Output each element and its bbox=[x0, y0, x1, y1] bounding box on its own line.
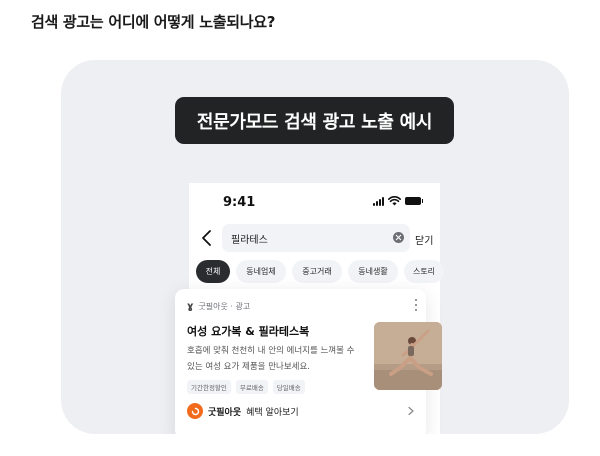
ad-tag: 무료배송 bbox=[235, 380, 268, 394]
search-ad-card[interactable]: ɣ 굿필아웃 · 광고 여성 요가복 & 필라테스복 호흡에 맞춰 천천히 내 … bbox=[175, 289, 442, 434]
example-label: 전문가모드 검색 광고 노출 예시 bbox=[175, 97, 454, 144]
chip-all[interactable]: 전체 bbox=[196, 260, 230, 283]
example-stage: 전문가모드 검색 광고 노출 예시 9:41 필라테스 닫기 전체 동네업체 중… bbox=[61, 60, 569, 434]
page-heading: 검색 광고는 어디에 어떻게 노출되나요? bbox=[31, 13, 276, 31]
more-icon[interactable] bbox=[415, 299, 418, 311]
ad-tag: 기간한정할인 bbox=[187, 380, 231, 394]
ad-brand-line: ɣ 굿필아웃 · 광고 bbox=[187, 301, 250, 312]
close-button[interactable]: 닫기 bbox=[415, 232, 433, 247]
search-query: 필라테스 bbox=[231, 235, 268, 246]
search-input[interactable]: 필라테스 bbox=[222, 224, 410, 252]
status-bar: 9:41 bbox=[189, 183, 440, 221]
cta-brand-logo-icon bbox=[187, 403, 203, 419]
back-arrow-icon[interactable] bbox=[200, 228, 214, 248]
ad-tag: 당일배송 bbox=[272, 380, 305, 394]
chip-story[interactable]: 스토리 bbox=[404, 260, 444, 283]
signal-icon bbox=[373, 196, 384, 206]
wifi-icon bbox=[388, 196, 401, 206]
ad-description: 호흡에 맞춰 천천히 내 안의 에너지를 느껴볼 수 있는 여성 요가 제품을 … bbox=[187, 346, 355, 372]
clear-icon[interactable] bbox=[393, 232, 404, 243]
battery-icon bbox=[405, 197, 423, 205]
status-time: 9:41 bbox=[223, 195, 256, 210]
ad-brand-text: 굿필아웃 · 광고 bbox=[198, 302, 251, 311]
chip-used-goods[interactable]: 중고거래 bbox=[292, 260, 342, 283]
brand-logo-icon: ɣ bbox=[187, 301, 194, 312]
cta-text: 혜택 알아보기 bbox=[246, 407, 299, 418]
status-icons bbox=[373, 196, 423, 206]
search-row: 필라테스 닫기 bbox=[189, 222, 440, 254]
ad-cta[interactable]: 굿필아웃 혜택 알아보기 bbox=[187, 403, 299, 419]
cta-brand: 굿필아웃 bbox=[208, 407, 242, 418]
chevron-right-icon[interactable] bbox=[407, 406, 415, 416]
chip-local-business[interactable]: 동네업체 bbox=[236, 260, 286, 283]
ad-tags: 기간한정할인 무료배송 당일배송 bbox=[187, 380, 305, 394]
category-chips: 전체 동네업체 중고거래 동네생활 스토리 bbox=[196, 260, 444, 283]
yoga-photo bbox=[374, 322, 442, 390]
ad-title: 여성 요가복 & 필라테스복 bbox=[187, 325, 310, 338]
chip-neighborhood-life[interactable]: 동네생활 bbox=[348, 260, 398, 283]
